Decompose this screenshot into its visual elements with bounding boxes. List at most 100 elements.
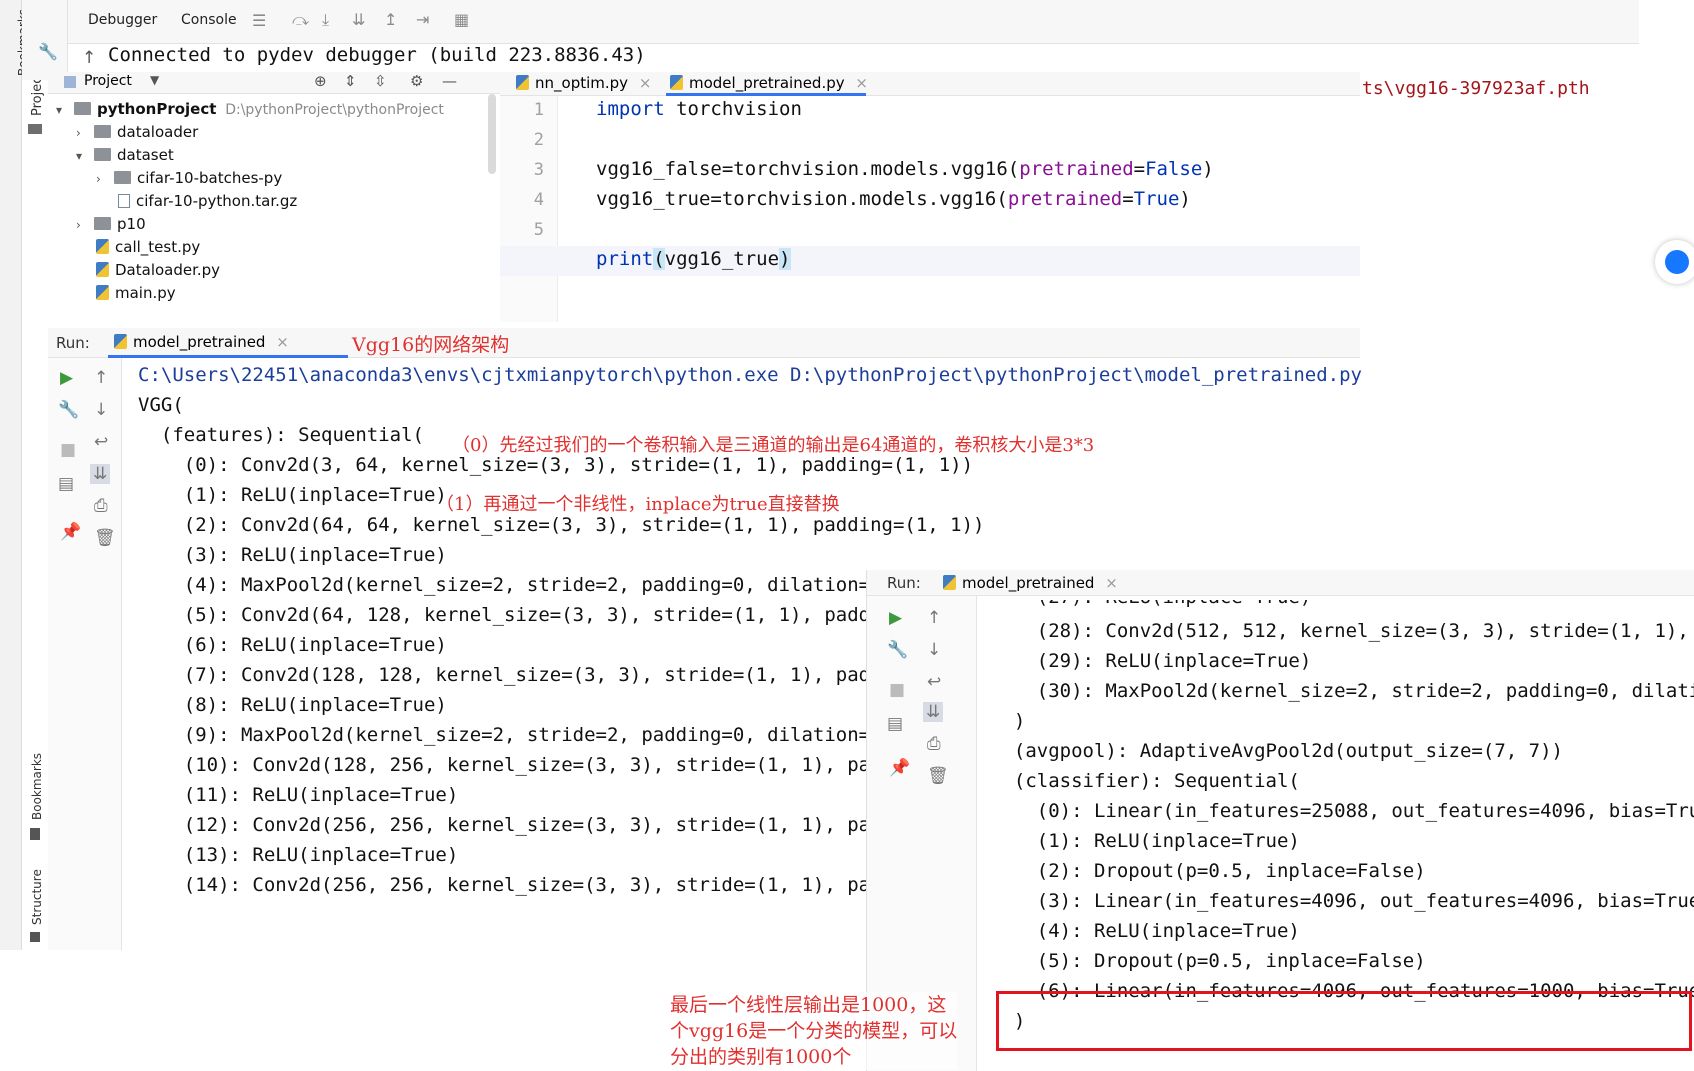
console2-line: (0): Linear(in_features=25088, out_featu… — [991, 800, 1694, 822]
run-tab[interactable]: model_pretrained × — [114, 333, 289, 351]
bookmark-icon[interactable] — [30, 828, 40, 840]
line-number: 5 — [533, 220, 544, 240]
run-header: Run: model_pretrained × — [48, 328, 1360, 358]
tree-item-label: dataloader — [117, 123, 199, 141]
tree-item-dataset[interactable]: ▾ dataset — [76, 146, 174, 164]
tree-item-cifar-batches[interactable]: › cifar-10-batches-py — [96, 169, 282, 187]
run-label: Run: — [887, 574, 921, 592]
layout-icon[interactable]: ▤ — [887, 714, 903, 734]
line-number: 1 — [533, 100, 544, 120]
tree-item-label: p10 — [117, 215, 146, 233]
chevron-right-icon[interactable]: › — [76, 218, 94, 232]
wrench-icon[interactable]: 🔧 — [38, 42, 58, 61]
print-icon[interactable]: ⎙ — [94, 496, 108, 516]
trash-icon[interactable]: 🗑 — [94, 528, 116, 548]
console-line: (14): Conv2d(256, 256, kernel_size=(3, 3… — [138, 874, 893, 896]
soft-wrap-icon[interactable]: ↩ — [927, 672, 941, 692]
console-line: (2): Conv2d(64, 64, kernel_size=(3, 3), … — [138, 514, 985, 536]
project-title[interactable]: Project — [84, 73, 132, 89]
final-annotation-line-1: 最后一个线性层输出是1000，这 — [670, 994, 947, 1016]
tree-item-cifar-tar[interactable]: cifar-10-python.tar.gz — [118, 192, 297, 210]
console-line: (features): Sequential( — [138, 424, 424, 446]
trash-icon[interactable]: 🗑 — [927, 766, 949, 786]
tree-item-main-py[interactable]: main.py — [96, 284, 176, 302]
final-layer-highlight-box — [996, 991, 1692, 1051]
tab-debugger[interactable]: Debugger — [88, 12, 157, 28]
close-icon[interactable]: × — [855, 74, 868, 92]
step-into-icon[interactable]: ⤓ — [322, 10, 329, 30]
folder-icon[interactable] — [28, 124, 42, 134]
tree-root[interactable]: ▾ pythonProject D:\pythonProject\pythonPr… — [56, 100, 444, 118]
close-icon[interactable]: × — [1105, 574, 1118, 592]
pth-path-fragment: ts\vgg16-397923af.pth — [1362, 78, 1590, 99]
tree-item-p10[interactable]: › p10 — [76, 215, 146, 233]
tab-model-pretrained[interactable]: model_pretrained.py × — [670, 74, 868, 92]
locate-icon[interactable]: ⊕ — [314, 72, 327, 90]
structure-icon[interactable] — [30, 932, 40, 942]
project-scrollbar[interactable] — [488, 94, 496, 174]
tree-item-dataloader[interactable]: › dataloader — [76, 123, 198, 141]
console-line: (3): ReLU(inplace=True) — [138, 544, 447, 566]
chevron-right-icon[interactable]: › — [76, 126, 94, 140]
run-tab[interactable]: model_pretrained × — [943, 574, 1118, 592]
soft-wrap-icon[interactable]: ↩ — [94, 432, 108, 452]
stop-icon[interactable]: ■ — [889, 680, 905, 700]
tree-item-call-test[interactable]: call_test.py — [96, 238, 200, 256]
chevron-down-icon[interactable]: ▼ — [150, 73, 159, 87]
scroll-to-end-icon[interactable]: ⇊ — [923, 702, 944, 722]
expand-all-icon[interactable]: ⇕ — [344, 72, 357, 90]
conv0-annotation: （0）先经过我们的一个卷积输入是三通道的输出是64通道的，卷积核大小是3*3 — [452, 435, 1095, 456]
close-icon[interactable]: × — [639, 74, 652, 92]
tab-nn-optim[interactable]: nn_optim.py × — [516, 74, 651, 92]
chevron-down-icon[interactable]: ▾ — [76, 149, 94, 163]
final-annotation-line-3: 分出的类别有1000个 — [670, 1046, 852, 1068]
tree-item-dataloader-py[interactable]: Dataloader.py — [96, 261, 220, 279]
close-icon[interactable]: × — [276, 333, 289, 351]
pin-icon[interactable]: 📌 — [889, 758, 910, 778]
run-label: Run: — [56, 334, 90, 352]
tab-console[interactable]: Console — [181, 12, 237, 28]
scroll-to-end-icon[interactable]: ⇊ — [90, 464, 111, 484]
minimize-icon[interactable]: — — [442, 72, 457, 90]
print-icon[interactable]: ⎙ — [927, 734, 941, 754]
run-to-cursor-icon[interactable]: ⇥ — [416, 10, 429, 29]
evaluate-icon[interactable]: ▦ — [454, 10, 469, 29]
python-file-icon — [96, 262, 109, 277]
arrow-up-icon[interactable]: ↑ — [94, 368, 108, 388]
wrench-icon[interactable]: 🔧 — [887, 640, 908, 660]
chevron-down-icon[interactable]: ▾ — [56, 103, 74, 117]
line-number: 3 — [533, 160, 544, 180]
python-file-icon — [943, 575, 956, 590]
stop-icon[interactable]: ■ — [60, 440, 76, 460]
menu-lines-icon[interactable]: ☰ — [252, 11, 266, 30]
assistant-dot — [1665, 250, 1689, 274]
console-line: VGG( — [138, 394, 184, 416]
chevron-right-icon[interactable]: › — [96, 172, 114, 186]
step-over-icon[interactable]: ⤼ — [292, 10, 309, 30]
console-line: (7): Conv2d(128, 128, kernel_size=(3, 3)… — [138, 664, 893, 686]
console2-line: (1): ReLU(inplace=True) — [991, 830, 1300, 852]
pin-icon[interactable]: 📌 — [60, 522, 81, 542]
layout-icon[interactable]: ▤ — [58, 474, 74, 494]
root-path: D:\pythonProject\pythonProject — [225, 102, 444, 118]
arrow-down-icon[interactable]: ↓ — [927, 640, 941, 660]
code-editor[interactable]: 1 2 3 4 5 6 import torchvision vgg16_fal… — [500, 96, 1360, 322]
run-tab-label: model_pretrained — [962, 574, 1095, 592]
debugger-gutter: 🔧 — [22, 0, 68, 80]
console-command: C:\Users\22451\anaconda3\envs\cjtxmianpy… — [138, 364, 1362, 386]
collapse-all-icon[interactable]: ⇳ — [374, 72, 387, 90]
arrow-up-icon[interactable]: ↑ — [82, 48, 96, 68]
wrench-icon[interactable]: 🔧 — [58, 400, 79, 420]
bookmarks-side-label[interactable]: Bookmarks — [30, 753, 44, 820]
step-into-my-code-icon[interactable]: ⇊ — [352, 10, 365, 29]
arrow-down-icon[interactable]: ↓ — [94, 400, 108, 420]
structure-side-label[interactable]: Structure — [30, 869, 44, 925]
gear-icon[interactable]: ⚙ — [410, 72, 423, 90]
run-icon[interactable]: ▶ — [60, 368, 73, 388]
step-out-icon[interactable]: ↥ — [384, 10, 397, 29]
run-icon[interactable]: ▶ — [889, 608, 902, 628]
arrow-up-icon[interactable]: ↑ — [927, 608, 941, 628]
assistant-bubble-icon[interactable] — [1655, 240, 1694, 284]
console-line: (13): ReLU(inplace=True) — [138, 844, 459, 866]
architecture-annotation: Vgg16的网络架构 — [352, 334, 510, 356]
